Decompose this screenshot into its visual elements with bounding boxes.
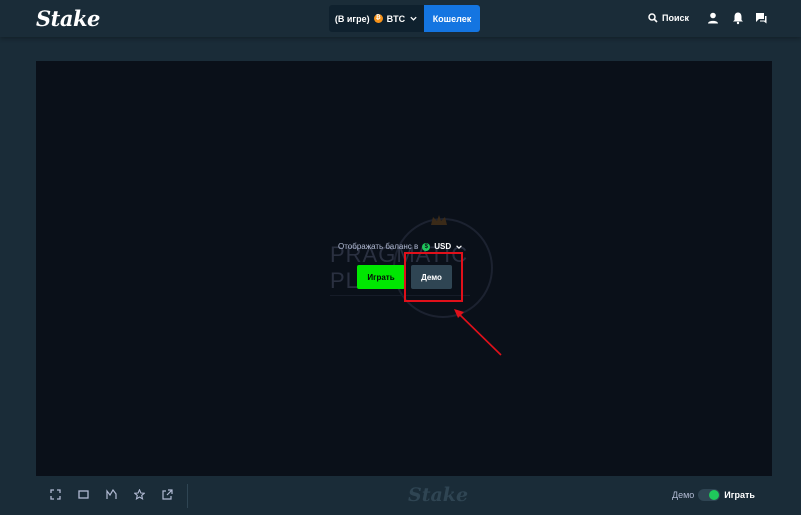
balance-selector[interactable]: (В игре) ₿ BTC [329,5,424,32]
stake-logo[interactable]: Stake [36,6,100,31]
toggle-knob [709,490,720,500]
balance-label: (В игре) [334,13,370,24]
toolbar-stake-logo: Stake [408,484,469,506]
annotation-highlight-box [404,252,463,302]
play-button[interactable]: Играть [357,265,405,289]
crown-icon [431,215,447,225]
popout-icon[interactable] [162,489,173,500]
balance-currency: USD [434,242,452,251]
btc-icon: ₿ [373,14,383,23]
mode-play-label: Играть [724,490,755,500]
game-frame: PRAGMATIC PLAY Отображать баланс в $ USD… [36,61,772,476]
game-toolbar: Stake Демо Играть [36,476,772,514]
wallet-button[interactable]: Кошелек [424,5,480,32]
bell-icon[interactable] [731,11,745,25]
chevron-down-icon [410,16,417,21]
user-icon[interactable] [706,11,720,25]
star-icon[interactable] [134,489,145,500]
chevron-down-icon [456,244,462,249]
demo-real-toggle[interactable]: Демо Играть [672,488,755,502]
fullscreen-icon[interactable] [50,489,61,500]
usd-icon: $ [422,242,431,251]
toolbar-divider [187,484,188,508]
chat-icon[interactable] [754,11,768,25]
search-icon [648,13,658,23]
search-button[interactable]: Поиск [648,11,689,25]
search-label: Поиск [662,13,690,23]
theatre-mode-icon[interactable] [78,489,89,500]
stats-icon[interactable] [106,489,117,500]
mode-toggle-switch[interactable] [698,489,721,501]
balance-prompt: Отображать баланс в [338,242,419,251]
currency-code: BTC [386,13,406,24]
top-navbar: Stake (В игре) ₿ BTC Кошелек Поиск [0,0,801,37]
mode-demo-label: Демо [672,490,695,500]
